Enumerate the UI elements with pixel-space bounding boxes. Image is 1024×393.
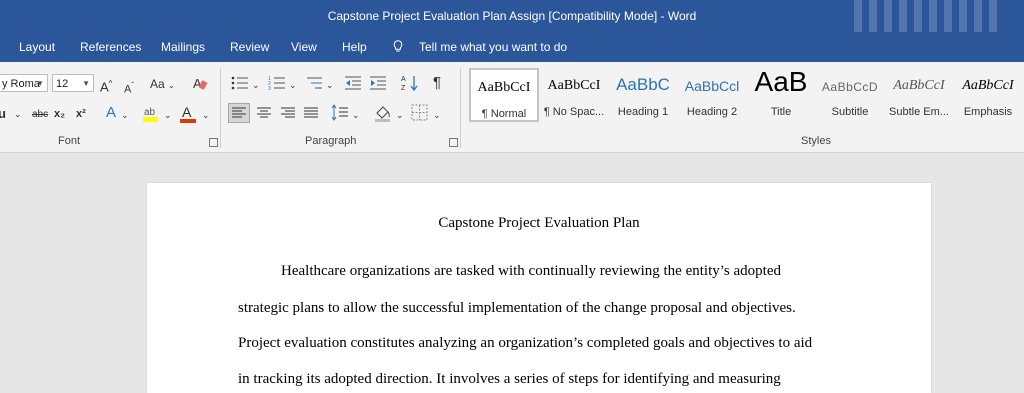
chevron-down-icon[interactable]: ⌄	[252, 77, 260, 93]
body-line: Healthcare organizations are tasked with…	[281, 263, 781, 279]
style-sample: AaBbC	[616, 75, 670, 94]
chevron-down-icon[interactable]: ⌄	[433, 107, 441, 123]
style-sample: AaBbCcD	[821, 80, 879, 94]
align-left-icon[interactable]	[228, 103, 250, 123]
align-right-icon[interactable]	[278, 103, 298, 123]
style-heading-1[interactable]: AaBbC Heading 1	[608, 68, 678, 122]
font-color-icon[interactable]: A	[178, 104, 198, 124]
grow-font-icon: A	[100, 79, 109, 95]
style-name: Heading 1	[617, 106, 669, 118]
tab-references[interactable]: References	[80, 32, 141, 62]
grow-font-button[interactable]: A^	[100, 76, 112, 95]
svg-text:Z: Z	[401, 85, 406, 92]
tab-help[interactable]: Help	[342, 32, 367, 62]
tab-review[interactable]: Review	[230, 32, 269, 62]
style-name: Subtitle	[831, 106, 869, 118]
style-title[interactable]: AaB Title	[746, 66, 816, 122]
paragraph-dialog-launcher[interactable]	[449, 138, 458, 147]
style-sample: AaB	[754, 66, 808, 97]
chevron-down-icon[interactable]: ⌄	[121, 107, 129, 123]
superscript-button[interactable]: x²	[76, 106, 86, 122]
justify-icon[interactable]	[301, 103, 321, 123]
bullets-icon[interactable]	[231, 75, 249, 91]
style-name: ¶ No Spac...	[543, 106, 605, 118]
show-formatting-button[interactable]: ¶	[433, 75, 441, 91]
style-sample: AaBbCcl	[684, 78, 740, 94]
chevron-down-icon[interactable]: ⌄	[326, 77, 334, 93]
group-divider	[220, 68, 221, 148]
body-line: strategic plans to allow the successful …	[238, 300, 796, 316]
font-group-label: Font	[58, 135, 81, 147]
style-normal[interactable]: AaBbCcI ¶ Normal	[469, 68, 539, 122]
font-size-combo[interactable]: 12 ▼	[52, 74, 94, 92]
style-sample: AaBbCcI	[477, 80, 531, 95]
style-name: Title	[770, 106, 792, 118]
chevron-down-icon[interactable]: ⌄	[289, 77, 297, 93]
text-effects-button[interactable]: A	[106, 105, 116, 121]
change-case-icon: Aa	[150, 77, 165, 91]
style-name: Emphasis	[963, 106, 1013, 118]
font-name-combo[interactable]: y Roma ▼	[0, 74, 48, 92]
paragraph-group-label: Paragraph	[305, 135, 357, 147]
chevron-down-icon[interactable]: ⌄	[164, 107, 172, 123]
svg-text:A: A	[182, 104, 192, 120]
style-sample: AaBbCcI	[893, 78, 945, 93]
svg-text:A: A	[401, 76, 406, 83]
svg-text:3: 3	[268, 86, 271, 91]
tab-view[interactable]: View	[291, 32, 317, 62]
lightbulb-icon[interactable]	[393, 40, 403, 53]
align-center-icon[interactable]	[254, 103, 274, 123]
font-name-value: y Roma	[2, 78, 40, 90]
sort-icon[interactable]: A Z	[401, 74, 419, 92]
style-name: ¶ Normal	[481, 108, 527, 120]
document-page[interactable]: Capstone Project Evaluation Plan Healthc…	[147, 183, 931, 393]
chevron-down-icon: ▼	[36, 79, 44, 88]
svg-text:ab: ab	[144, 107, 156, 118]
shading-icon[interactable]	[373, 103, 393, 123]
menu-bar: Layout References Mailings Review View H…	[0, 32, 1024, 62]
tell-me-search[interactable]: Tell me what you want to do	[419, 32, 567, 62]
shrink-font-button[interactable]: Aˇ	[124, 78, 134, 98]
tab-layout[interactable]: Layout	[19, 32, 55, 62]
styles-gallery: AaBbCcI ¶ Normal AaBbCcI ¶ No Spac... Aa…	[466, 66, 1024, 126]
tab-mailings[interactable]: Mailings	[161, 32, 205, 62]
window-title: Capstone Project Evaluation Plan Assign …	[327, 9, 697, 23]
underline-button[interactable]: u	[0, 106, 6, 122]
style-sample: AaBbCcI	[547, 78, 601, 93]
title-bar: Capstone Project Evaluation Plan Assign …	[0, 0, 1024, 64]
font-size-value: 12	[56, 78, 69, 90]
line-spacing-icon[interactable]	[331, 104, 349, 122]
multilevel-list-icon[interactable]	[305, 75, 323, 91]
body-line: Project evaluation constitutes analyzing…	[238, 335, 813, 351]
style-name: Heading 2	[686, 106, 738, 118]
highlighter-icon[interactable]: ab	[141, 104, 161, 124]
document-title: Capstone Project Evaluation Plan	[438, 215, 640, 231]
document-canvas: Capstone Project Evaluation Plan Healthc…	[0, 153, 1024, 393]
subscript-button[interactable]: x₂	[54, 106, 65, 122]
styles-group-label: Styles	[801, 135, 831, 147]
borders-icon[interactable]	[411, 104, 428, 121]
body-line: in tracking its adopted direction. It in…	[238, 371, 781, 387]
style-heading-2[interactable]: AaBbCcl Heading 2	[677, 68, 747, 122]
group-divider	[460, 68, 461, 148]
style-emphasis[interactable]: AaBbCcI Emphasis	[953, 68, 1023, 122]
chevron-down-icon[interactable]: ⌄	[352, 107, 360, 123]
chevron-down-icon[interactable]: ⌄	[396, 107, 404, 123]
chevron-down-icon[interactable]: ⌄	[202, 107, 210, 123]
chevron-down-icon: ▼	[82, 79, 90, 88]
change-case-button[interactable]: Aa ⌄	[150, 76, 175, 94]
style-name: Subtle Em...	[889, 106, 949, 118]
style-subtitle[interactable]: AaBbCcD Subtitle	[815, 68, 885, 122]
style-no-spacing[interactable]: AaBbCcI ¶ No Spac...	[539, 68, 609, 122]
clear-formatting-icon[interactable]: A	[192, 75, 208, 91]
style-sample: AaBbCcI	[962, 78, 1014, 93]
decrease-indent-icon[interactable]	[344, 75, 362, 91]
strikethrough-button[interactable]: abc	[32, 107, 48, 123]
increase-indent-icon[interactable]	[369, 75, 387, 91]
style-subtle-emphasis[interactable]: AaBbCcI Subtle Em...	[884, 68, 954, 122]
chevron-down-icon[interactable]: ⌄	[14, 106, 22, 122]
numbering-icon[interactable]: 1 2 3	[268, 75, 286, 91]
font-dialog-launcher[interactable]	[209, 138, 218, 147]
